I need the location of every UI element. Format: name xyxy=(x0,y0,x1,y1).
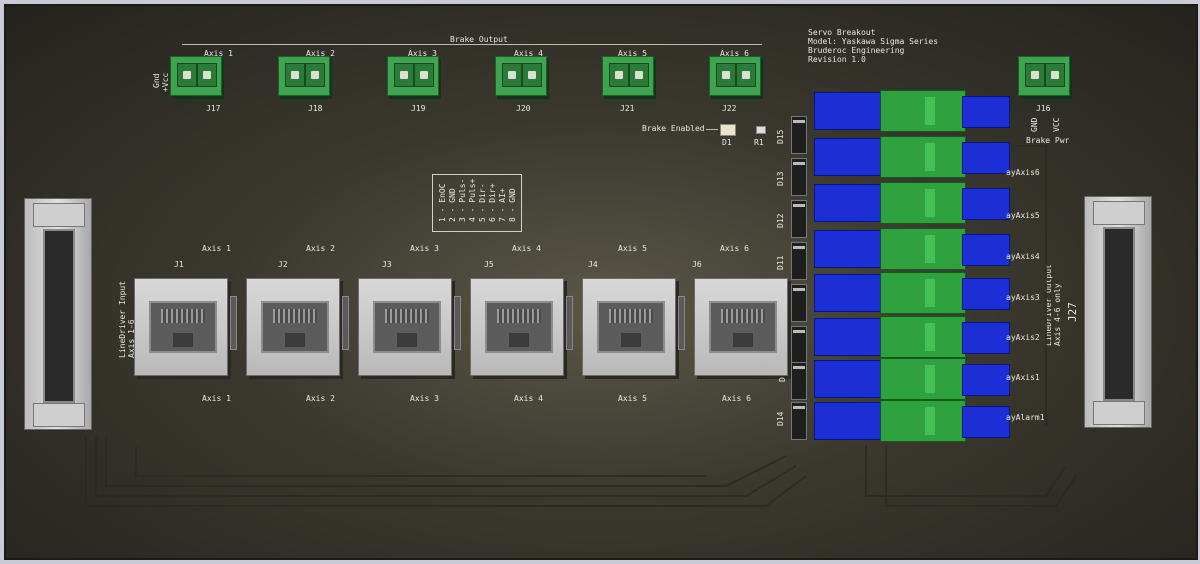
trace-layer xyxy=(85,145,1077,507)
pcb-board: Servo Breakout Model: Yaskawa Sigma Seri… xyxy=(4,4,1198,560)
board-render: Servo Breakout Model: Yaskawa Sigma Seri… xyxy=(0,0,1200,564)
